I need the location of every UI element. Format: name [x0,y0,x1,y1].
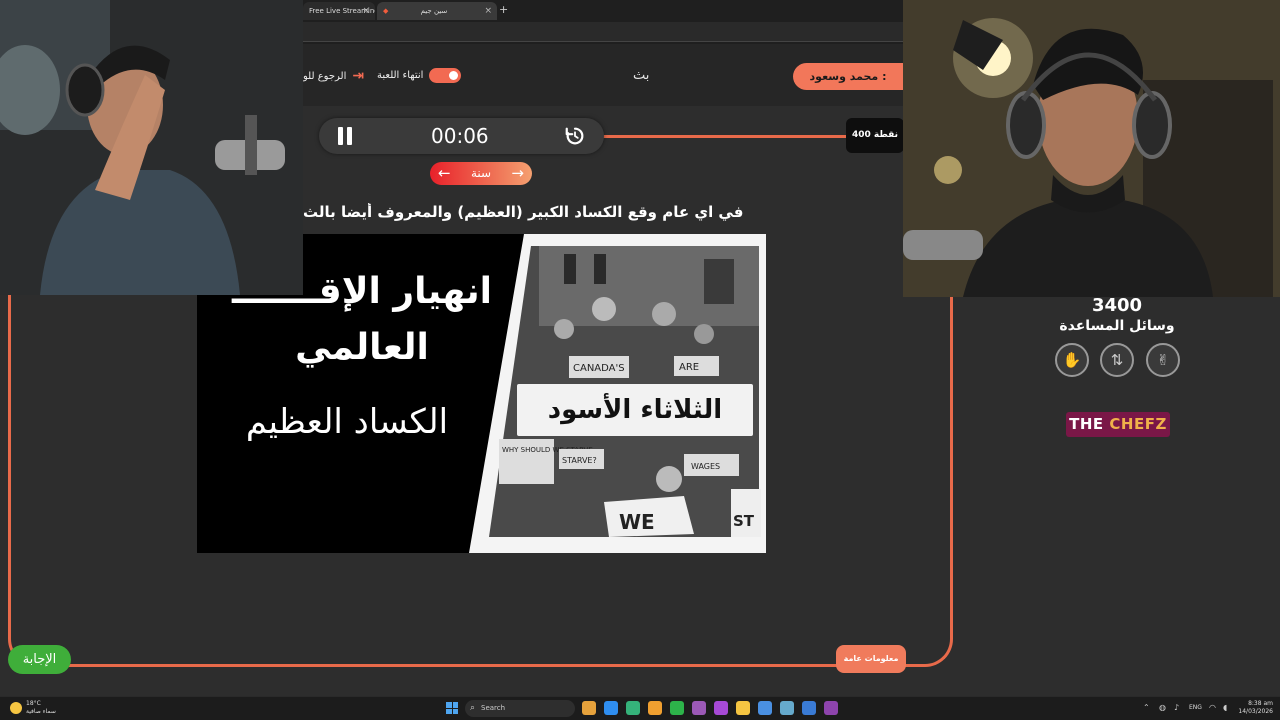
taskbar-search[interactable]: ⌕ Search [465,700,575,717]
answer-type-pill: ← سنة → [430,162,532,185]
taskbar-app-icon[interactable] [780,701,794,715]
brand-text-accent: CHEFZ [1109,415,1167,433]
taskbar-app-icon[interactable] [604,701,618,715]
close-tab-icon[interactable]: × [362,2,370,20]
close-tab-icon[interactable]: × [484,2,492,20]
network-icon[interactable]: ◍ [1159,704,1167,712]
clock-date: 14/03/2026 [1238,708,1273,715]
arrow-right-icon: → [511,164,524,182]
game-header: الرجوع للو ⇥ انتهاء اللعبة بث : محمد وسع… [303,44,903,106]
site-favicon-icon: ◆ [383,7,389,15]
frame-top-divider [600,135,850,138]
mode-label: بث [633,68,650,83]
sign-text: WAGES [691,462,720,471]
language-indicator[interactable]: ENG [1189,704,1202,711]
browser-tab-seen-jeem[interactable]: ◆ سين جيم × [377,2,497,20]
taskbar-app-icon[interactable] [582,701,596,715]
search-label: Search [481,704,506,712]
restart-icon[interactable] [564,125,586,147]
question-text: في اي عام وقع الكساد الكبير (العظيم) وال… [303,203,744,221]
sign-text: WE [619,510,655,534]
weather-temp: 18°C [26,700,41,707]
speaker-icon[interactable]: ◖ [1223,704,1231,712]
end-game-label: انتهاء اللعبة [377,70,424,81]
helpers-label: وسائل المساعدة [1059,318,1175,334]
back-button[interactable]: الرجوع للو ⇥ [303,68,364,84]
sign-text: CANADA'S [573,363,625,374]
sign-text: ST [733,512,755,530]
weather-desc: سماء صافية [26,708,56,715]
microphone-icon[interactable]: ♪ [1174,704,1182,712]
pause-icon[interactable] [337,127,353,145]
timer-display: 00:06 [431,124,489,148]
taskbar-app-icon[interactable] [824,701,838,715]
taskbar-app-icon[interactable] [692,701,706,715]
category-badge: معلومات عامة [836,645,906,673]
wifi-icon[interactable]: ◠ [1209,704,1217,712]
browser-window-chrome: Free Live Streaming × ◆ سين جيم × + [303,0,903,44]
system-clock[interactable]: 8:38 am 14/03/2026 [1237,700,1273,716]
taskbar-app-icon[interactable] [714,701,728,715]
player-name-pill: : محمد وسعود [793,63,903,90]
taskbar-app-icon[interactable] [626,701,640,715]
chevron-up-icon[interactable]: ⌃ [1143,704,1151,712]
toggle-switch-icon[interactable] [429,68,462,83]
taskbar-app-icon[interactable] [670,701,684,715]
swap-icon[interactable]: ⇅ [1100,343,1134,377]
clock-time: 8:38 am [1248,700,1273,707]
sponsor-logo: THE CHEFZ [1066,412,1170,437]
search-icon: ⌕ [470,703,476,713]
team-score: 3400 [1091,295,1143,316]
taskbar-app-icon[interactable] [736,701,750,715]
hand-icon[interactable]: ✋ [1055,343,1089,377]
points-badge: 400 نقطة [846,118,904,153]
stream-screen: Free Live Streaming × ◆ سين جيم × + الرج… [0,0,1280,720]
sign-text: ARE [679,362,699,373]
two-fingers-icon[interactable]: ✌ [1146,343,1180,377]
taskbar-app-icon[interactable] [758,701,772,715]
windows-taskbar: 18°C سماء صافية ⌕ Search ⌃ ◍ ♪ ENG ◠ ◖ 8… [0,696,1280,720]
taskbar-app-icon[interactable] [802,701,816,715]
sign-text: STARVE? [562,456,597,465]
browser-tab-streaming[interactable]: Free Live Streaming × [303,2,375,20]
brand-text: THE [1069,415,1104,433]
address-bar[interactable] [303,22,903,42]
tab-label: سين جيم [420,7,448,15]
show-answer-button[interactable]: الإجابة [8,645,71,674]
exit-arrow-icon: ⇥ [352,68,365,84]
windows-start-icon[interactable] [446,702,458,714]
back-label: الرجوع للو [303,70,347,82]
new-tab-button[interactable]: + [499,3,508,16]
moon-weather-icon [10,702,22,714]
image-overlay-label: الثلاثاء الأسود [517,384,753,436]
end-game-toggle[interactable]: انتهاء اللعبة [377,68,462,83]
image-subtitle: الكساد العظيم [245,402,449,442]
taskbar-app-icon[interactable] [648,701,662,715]
arrow-left-icon: ← [438,164,451,182]
webcam-left [0,0,303,295]
timer-bar: 00:06 [319,118,604,154]
weather-widget[interactable]: 18°C سماء صافية [10,700,56,716]
webcam-right [903,0,1280,297]
answer-type-label: سنة [470,166,492,180]
